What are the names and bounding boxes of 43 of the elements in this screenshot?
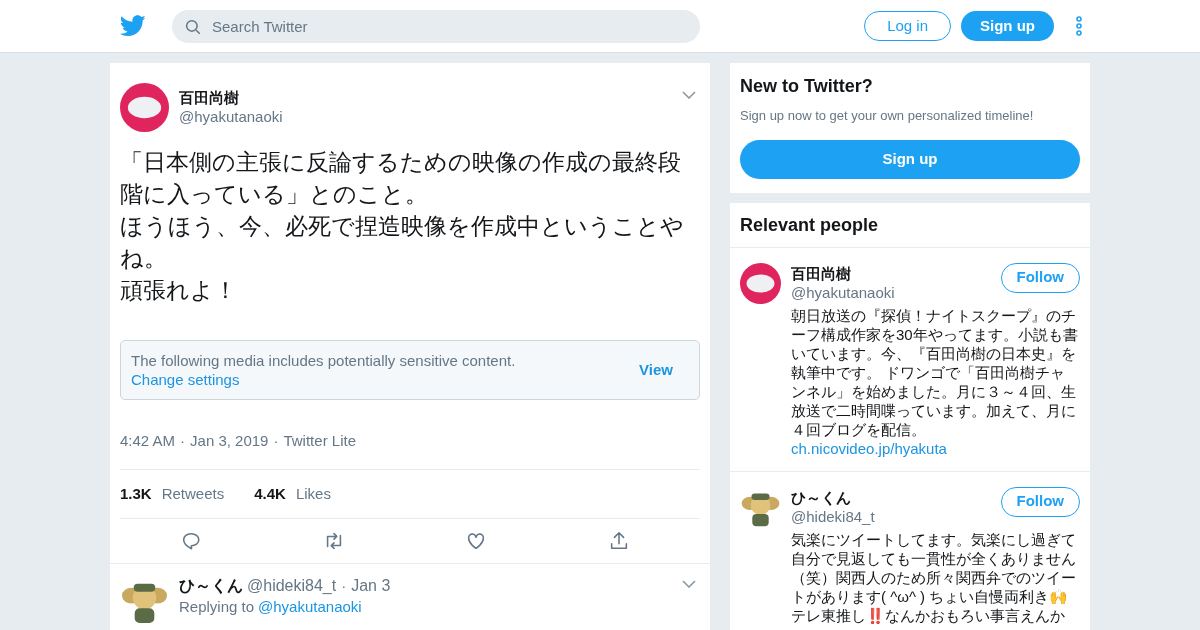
profile-link[interactable]: ch.nicovideo.jp/hyakuta (791, 438, 1080, 459)
tweet-text-line: ほうほう、今、必死で捏造映像を作成中ということやね。 (120, 212, 685, 273)
card-title: New to Twitter? (740, 75, 874, 97)
more-icon[interactable] (1076, 16, 1082, 36)
avatar-icon (740, 262, 781, 304)
sign-up-button[interactable]: Sign up (740, 139, 1080, 179)
user-handle[interactable]: @hideki84_t (247, 576, 337, 596)
timestamp: Jan 3, 2019 (190, 431, 269, 451)
dot-separator: · (273, 431, 279, 451)
change-settings-link[interactable]: Change settings (131, 371, 240, 388)
bird-logo-icon[interactable] (120, 15, 146, 37)
dot-separator: · (341, 576, 347, 596)
tweet-text-line: 頑張れよ！ (120, 276, 238, 305)
user-handle[interactable]: @hyakutanaoki (791, 282, 1001, 303)
stat-label: Likes (295, 483, 331, 504)
notice-text: The following media includes potentially sensitive content. Change settings (131, 351, 517, 389)
user-handle[interactable]: @hyakutanaoki (179, 107, 672, 127)
stat-label: Retweets (161, 483, 225, 504)
source-label: Twitter Lite (283, 431, 356, 451)
sign-up-button[interactable]: Sign up (961, 11, 1054, 41)
dot-separator: · (180, 431, 186, 451)
user-bio: 朝日放送の『探偵！ナイトスクープ』のチーフ構成作家を30年やってます。小説も書いています。今、『百田尚樹の日本史』を執筆中です。 ドワンゴで「百田尚樹チャンネル」を始めました。月に３～４回、生放送で二時間喋っています。加えて、月に４回ブログを配信。 (791, 305, 1079, 439)
stat-count: 1.3K (120, 483, 152, 504)
stat-count: 4.4K (254, 483, 286, 504)
user-handle[interactable]: @hideki84_t (791, 506, 1001, 527)
replying-label: Replying to (179, 597, 255, 617)
card-title: Relevant people (730, 202, 1090, 248)
display-name[interactable]: 百田尚樹 (179, 88, 672, 107)
timestamp[interactable]: Jan 3 (351, 576, 391, 596)
user-bio: 気楽にツイートしてます。気楽にし過ぎて自分で見返しても一貫性が全くありません（笑）関西人のため所々関西弁でのツイートがあります( ^ω^ ) ちょい自慢両利き🙌テレ東推し‼なんかおもろい事言えんか (791, 529, 1077, 625)
mention-link[interactable]: @hyakutanaoki (258, 597, 362, 617)
display-name[interactable]: ひ～くん (791, 487, 1001, 507)
chevron-down-icon[interactable] (682, 580, 696, 588)
avatar-icon (120, 83, 169, 132)
card-subtitle: Sign up now to get your own personalized timeline! (740, 107, 1035, 125)
search-field[interactable]: Search Twitter (172, 9, 700, 43)
search-icon (184, 17, 202, 36)
chevron-down-icon[interactable] (682, 91, 696, 99)
timestamp[interactable]: 4:42 AM (120, 430, 176, 453)
view-button[interactable]: View (639, 358, 673, 382)
tweet-text-line: 「日本側の主張に反論するための映像の作成の最終段階に入っている」とのこと。 (120, 148, 682, 209)
display-name[interactable]: ひ～くん (179, 576, 243, 596)
display-name[interactable]: 百田尚樹 (791, 263, 1001, 283)
